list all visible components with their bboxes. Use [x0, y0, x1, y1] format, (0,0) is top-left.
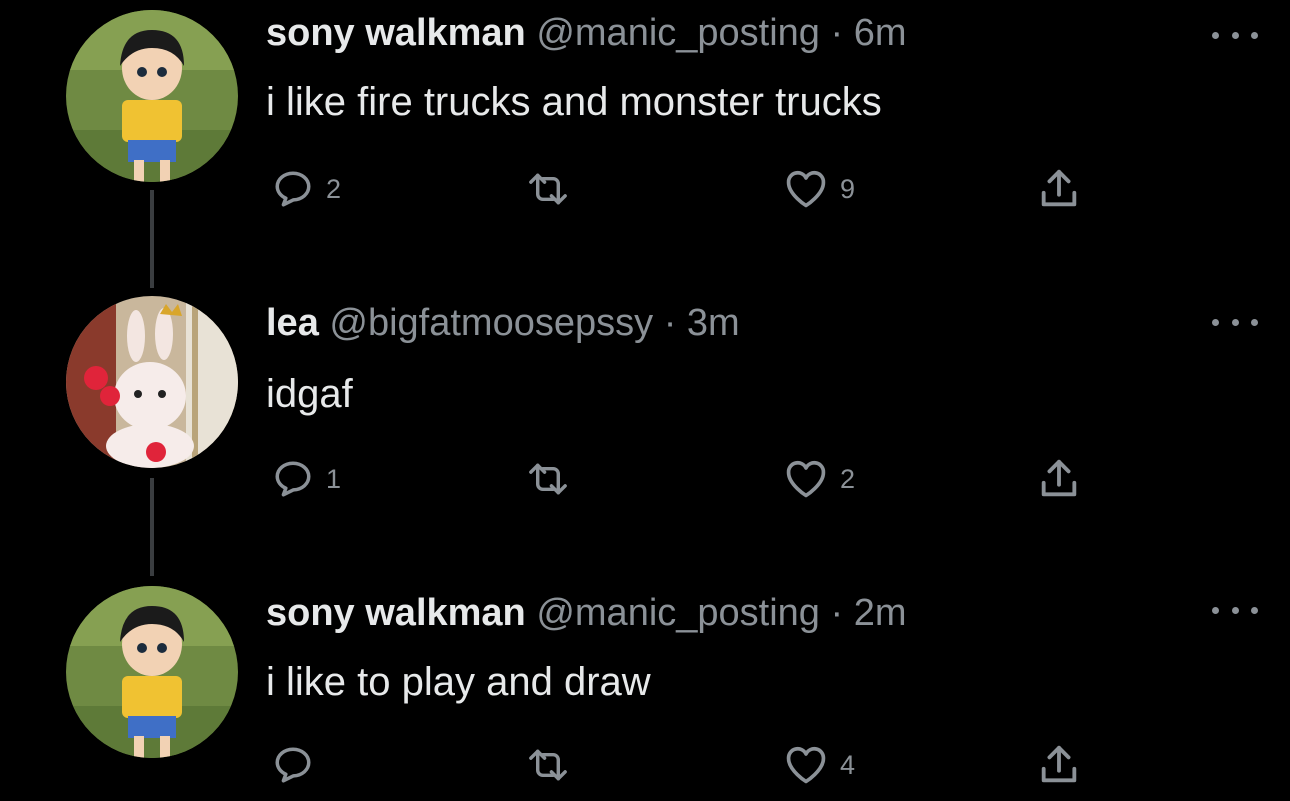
tweet-header: sony walkman @manic_posting · 6m	[266, 14, 907, 52]
like-count: 2	[840, 463, 856, 494]
tweet-text: idgaf	[266, 372, 353, 416]
more-dots-icon	[1231, 31, 1239, 39]
reply-button[interactable]	[272, 744, 326, 786]
avatar[interactable]	[66, 586, 238, 758]
more-button[interactable]	[1212, 25, 1258, 45]
like-button[interactable]: 4	[784, 744, 855, 786]
author-name[interactable]: lea	[266, 302, 319, 344]
anime-boy-avatar-icon	[66, 586, 238, 758]
more-dots-icon	[1251, 606, 1258, 614]
retweet-button[interactable]	[524, 744, 584, 786]
anime-boy-avatar-icon	[66, 10, 238, 182]
more-dots-icon	[1212, 606, 1219, 614]
tweet-header: lea @bigfatmoosepssy · 3m	[266, 304, 740, 342]
retweet-arrows-icon	[529, 463, 567, 495]
more-dots-icon	[1251, 318, 1258, 326]
retweet-button[interactable]	[524, 458, 584, 500]
share-upload-icon	[1041, 745, 1077, 783]
timestamp[interactable]: 3m	[687, 302, 740, 344]
share-button[interactable]	[1036, 456, 1082, 502]
tweet-header: sony walkman @manic_posting · 2m	[266, 594, 907, 632]
heart-icon	[786, 171, 826, 208]
tweet-text: i like fire trucks and monster trucks	[266, 80, 882, 124]
more-button[interactable]	[1212, 600, 1258, 620]
author-name[interactable]: sony walkman	[266, 592, 526, 634]
avatar[interactable]	[66, 296, 238, 468]
author-handle[interactable]: @bigfatmoosepssy	[329, 302, 653, 344]
more-button[interactable]	[1212, 312, 1258, 332]
separator-dot: ·	[830, 12, 844, 54]
retweet-button[interactable]	[524, 168, 584, 210]
author-name[interactable]: sony walkman	[266, 12, 526, 54]
author-handle[interactable]: @manic_posting	[536, 12, 820, 54]
avatar[interactable]	[66, 10, 238, 182]
separator-dot: ·	[830, 592, 844, 634]
timestamp[interactable]: 6m	[854, 12, 907, 54]
like-button[interactable]: 9	[784, 168, 855, 210]
tweet[interactable]: lea @bigfatmoosepssy · 3m idgaf 1 2	[0, 290, 1290, 550]
separator-dot: ·	[663, 302, 677, 344]
reply-button[interactable]: 2	[272, 168, 341, 210]
speech-bubble-icon	[275, 747, 311, 783]
bunny-plush-avatar-icon	[66, 296, 238, 468]
like-count: 4	[840, 749, 856, 780]
heart-icon	[786, 461, 826, 498]
like-count: 9	[840, 173, 856, 204]
timestamp[interactable]: 2m	[854, 592, 907, 634]
author-handle[interactable]: @manic_posting	[536, 592, 820, 634]
more-dots-icon	[1231, 606, 1239, 614]
share-button[interactable]	[1036, 742, 1082, 788]
heart-icon	[786, 747, 826, 784]
more-dots-icon	[1251, 31, 1258, 39]
retweet-arrows-icon	[529, 173, 567, 205]
reply-count: 2	[326, 173, 342, 204]
more-dots-icon	[1231, 318, 1239, 326]
reply-button[interactable]: 1	[272, 458, 341, 500]
tweet-text: i like to play and draw	[266, 660, 651, 704]
share-button[interactable]	[1036, 166, 1082, 212]
tweet[interactable]: sony walkman @manic_posting · 6m i like …	[0, 0, 1290, 260]
like-button[interactable]: 2	[784, 458, 855, 500]
tweet[interactable]: sony walkman @manic_posting · 2m i like …	[0, 578, 1290, 801]
speech-bubble-icon	[275, 171, 311, 207]
more-dots-icon	[1212, 318, 1219, 326]
reply-count: 1	[326, 463, 342, 494]
share-upload-icon	[1041, 459, 1077, 497]
more-dots-icon	[1212, 31, 1219, 39]
share-upload-icon	[1041, 169, 1077, 207]
retweet-arrows-icon	[529, 749, 567, 781]
speech-bubble-icon	[275, 461, 311, 497]
